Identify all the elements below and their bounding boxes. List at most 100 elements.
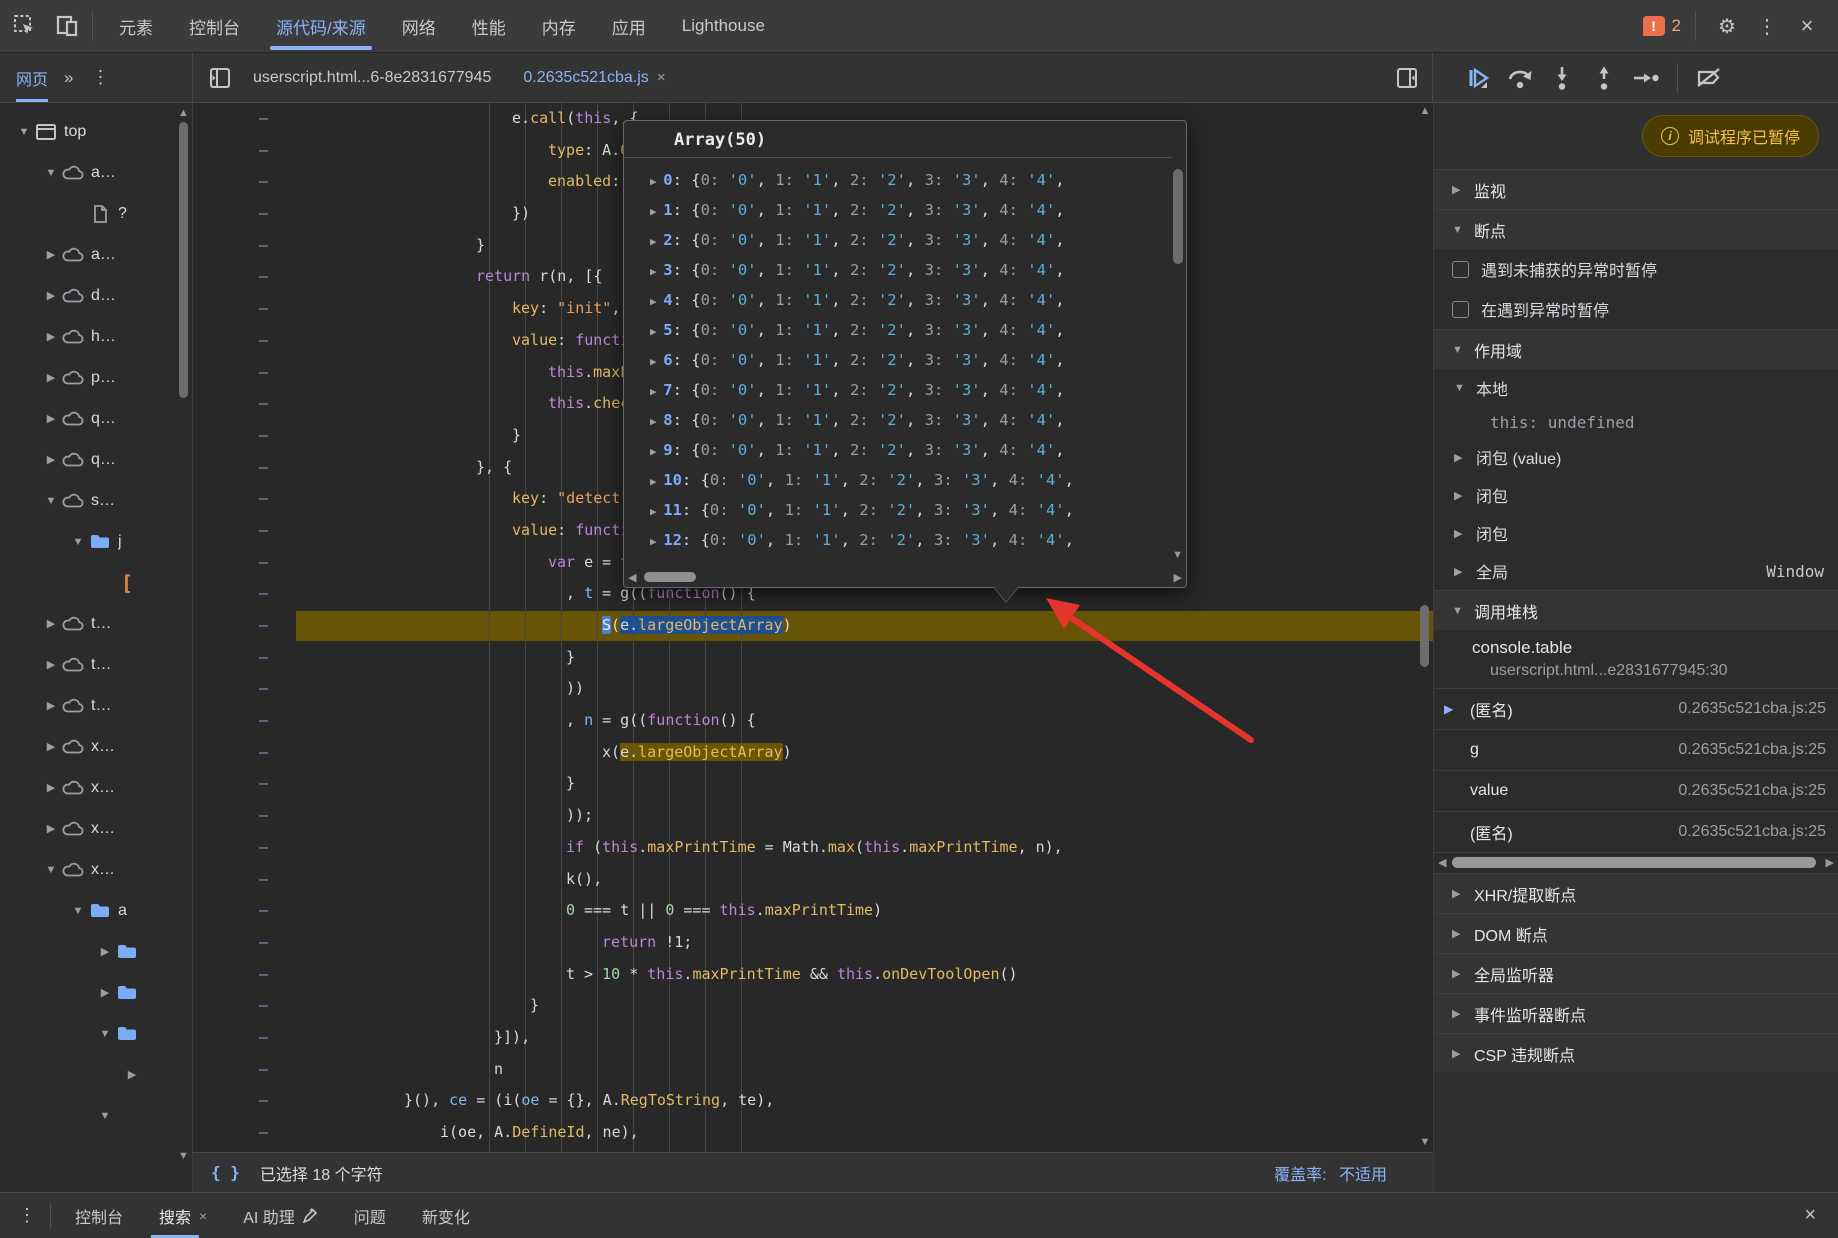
gutter-mark[interactable]: – (193, 642, 296, 674)
tree-item-j[interactable]: ▼j (0, 521, 192, 562)
editor-scrollbar[interactable]: ▲ ▼ (1418, 105, 1432, 1150)
callstack-frame[interactable]: value0.2635c521cba.js:25 (1434, 771, 1838, 812)
gutter-mark[interactable]: – (193, 705, 296, 737)
section-scope[interactable]: ▼作用域 (1434, 329, 1838, 369)
close-drawer-icon[interactable]: × (1804, 1204, 1838, 1227)
chevron-closed-icon[interactable]: ▶ (41, 289, 61, 302)
sidebar-scrollbar[interactable]: ▲ ▼ (177, 107, 190, 1192)
gutter-mark[interactable]: – (193, 864, 296, 896)
gutter-mark[interactable]: – (193, 357, 296, 389)
hide-navigator-icon[interactable] (203, 61, 237, 95)
scope-closure[interactable]: ▶闭包 (1434, 476, 1838, 514)
step-over-button[interactable] (1501, 60, 1539, 96)
step-button[interactable] (1627, 60, 1665, 96)
step-out-button[interactable] (1585, 60, 1623, 96)
execution-line[interactable]: –S(e.largeObjectArray) (193, 610, 1433, 642)
tree-item[interactable]: ▶ (0, 972, 192, 1013)
tree-item[interactable]: ▶ (0, 931, 192, 972)
chevron-open-icon[interactable]: ▼ (41, 864, 61, 876)
gutter-mark[interactable]: – (193, 325, 296, 357)
chevron-closed-icon[interactable]: ▶ (41, 822, 61, 835)
code-line[interactable]: –, n = g((function() { (193, 705, 1433, 737)
array-entry-row[interactable]: ▶ 5: {0: '0', 1: '1', 2: '2', 3: '3', 4:… (624, 315, 1170, 345)
gutter-mark[interactable]: – (193, 990, 296, 1022)
expand-triangle-icon[interactable]: ▶ (650, 505, 663, 518)
chevron-closed-icon[interactable]: ▶ (122, 1068, 142, 1081)
callstack-frame[interactable]: (匿名)0.2635c521cba.js:25 (1434, 812, 1838, 853)
array-entry-row[interactable]: ▶ 0: {0: '0', 1: '1', 2: '2', 3: '3', 4:… (624, 165, 1170, 195)
gutter-mark[interactable]: – (193, 515, 296, 547)
settings-gear-icon[interactable]: ⚙ (1710, 9, 1744, 43)
tree-item-q[interactable]: ▶q… (0, 439, 192, 480)
chevron-open-icon[interactable]: ▼ (95, 1028, 115, 1040)
drawer-tab[interactable]: 问题 (336, 1193, 404, 1238)
code-line[interactable]: –if (this.maxPrintTime = Math.max(this.m… (193, 832, 1433, 864)
code-line[interactable]: –i(oe, A.DefineId, ne), (193, 1117, 1433, 1149)
callstack-frame[interactable]: g0.2635c521cba.js:25 (1434, 730, 1838, 771)
tree-item-top[interactable]: ▼top (0, 111, 192, 152)
expand-triangle-icon[interactable]: ▶ (650, 385, 663, 398)
gutter-mark[interactable]: – (193, 832, 296, 864)
expand-triangle-icon[interactable]: ▶ (650, 205, 663, 218)
scope-closure[interactable]: ▶闭包 (value) (1434, 438, 1838, 476)
array-entry-row[interactable]: ▶ 4: {0: '0', 1: '1', 2: '2', 3: '3', 4:… (624, 285, 1170, 315)
pause-exceptions-checkbox[interactable] (1452, 301, 1469, 318)
tree-item-t[interactable]: ▶t… (0, 644, 192, 685)
popup-hscrollbar[interactable]: ◀ ▶ (628, 569, 1182, 585)
tree-item-a[interactable]: ▶a… (0, 234, 192, 275)
drawer-tab[interactable]: AI 助理 (225, 1193, 336, 1238)
drawer-tab[interactable]: 新变化 (404, 1193, 488, 1238)
array-entry-row[interactable]: ▶ 9: {0: '0', 1: '1', 2: '2', 3: '3', 4:… (624, 435, 1170, 465)
section-[interactable]: ▶事件监听器断点 (1434, 993, 1838, 1033)
tree-item-x[interactable]: ▶x… (0, 808, 192, 849)
pause-uncaught-checkbox[interactable] (1452, 261, 1469, 278)
section-breakpoints[interactable]: ▼断点 (1434, 209, 1838, 249)
tab-pages[interactable]: 网页 (16, 53, 48, 102)
code-line[interactable]: –0 === t || 0 === this.maxPrintTime) (193, 895, 1433, 927)
expand-triangle-icon[interactable]: ▶ (650, 475, 663, 488)
gutter-mark[interactable]: – (193, 198, 296, 230)
gutter-mark[interactable]: – (193, 610, 296, 642)
inspect-element-icon[interactable] (8, 9, 42, 43)
panel-tab[interactable]: 性能 (454, 0, 524, 52)
tree-item-[interactable]: ? (0, 193, 192, 234)
deactivate-breakpoints-icon[interactable] (1690, 60, 1728, 96)
gutter-mark[interactable]: – (193, 452, 296, 484)
gutter-mark[interactable]: – (193, 547, 296, 579)
array-entry-row[interactable]: ▶ 12: {0: '0', 1: '1', 2: '2', 3: '3', 4… (624, 525, 1170, 555)
tree-item-h[interactable]: ▶h… (0, 316, 192, 357)
code-line[interactable]: –t > 10 * this.maxPrintTime && this.onDe… (193, 959, 1433, 991)
code-line[interactable]: –n (193, 1054, 1433, 1086)
gutter-mark[interactable]: – (193, 578, 296, 610)
gutter-mark[interactable]: – (193, 768, 296, 800)
panel-tab[interactable]: 元素 (101, 0, 171, 52)
gutter-mark[interactable]: – (193, 800, 296, 832)
pretty-print-icon[interactable]: { } (211, 1163, 240, 1182)
panel-tab[interactable]: 网络 (384, 0, 454, 52)
tree-item-t[interactable]: ▶t… (0, 685, 192, 726)
gutter-mark[interactable]: – (193, 135, 296, 167)
chevron-closed-icon[interactable]: ▶ (41, 330, 61, 343)
array-entry-row[interactable]: ▶ 2: {0: '0', 1: '1', 2: '2', 3: '3', 4:… (624, 225, 1170, 255)
gutter-mark[interactable]: – (193, 483, 296, 515)
scope-local[interactable]: ▼本地 (1434, 369, 1838, 407)
expand-triangle-icon[interactable]: ▶ (650, 295, 663, 308)
chevron-closed-icon[interactable]: ▶ (41, 740, 61, 753)
chevron-open-icon[interactable]: ▼ (68, 905, 88, 917)
code-line[interactable]: –)) (193, 673, 1433, 705)
close-devtools-icon[interactable]: × (1790, 9, 1824, 43)
chevron-closed-icon[interactable]: ▶ (41, 248, 61, 261)
tree-item[interactable]: ▼ (0, 1013, 192, 1054)
code-line[interactable]: –} (193, 642, 1433, 674)
tree-item-a[interactable]: ▼a (0, 890, 192, 931)
chevron-open-icon[interactable]: ▼ (14, 126, 34, 138)
tree-item[interactable]: ▼ (0, 1095, 192, 1136)
code-line[interactable]: –x(e.largeObjectArray) (193, 737, 1433, 769)
panel-tab[interactable]: 源代码/来源 (258, 0, 384, 52)
tree-item-x[interactable]: ▶x… (0, 767, 192, 808)
array-entry-row[interactable]: ▶ 6: {0: '0', 1: '1', 2: '2', 3: '3', 4:… (624, 345, 1170, 375)
chevron-closed-icon[interactable]: ▶ (41, 699, 61, 712)
gutter-mark[interactable]: – (193, 1054, 296, 1086)
chevron-open-icon[interactable]: ▼ (41, 495, 61, 507)
callstack-top-frame[interactable]: console.table userscript.html...e2831677… (1434, 630, 1838, 689)
